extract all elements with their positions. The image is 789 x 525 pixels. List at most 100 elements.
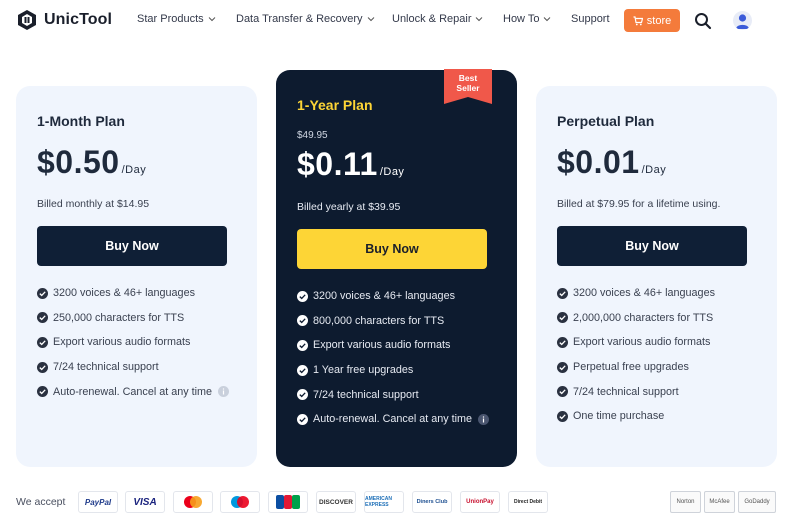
feature-text: 7/24 technical support bbox=[573, 385, 679, 398]
feature-list: 3200 voices & 46+ languages 250,000 char… bbox=[37, 281, 230, 404]
logo[interactable]: UnicTool bbox=[16, 9, 112, 31]
site-header: UnicTool Star Products Data Transfer & R… bbox=[0, 0, 789, 42]
feature-text: Auto-renewal. Cancel at any time bbox=[53, 385, 213, 398]
mcafee-badge: McAfee bbox=[704, 491, 735, 513]
check-circle-icon bbox=[297, 290, 308, 302]
jcb-logo bbox=[268, 491, 308, 513]
amex-logo: AMERICAN EXPRESS bbox=[364, 491, 404, 513]
jcb-icon bbox=[276, 495, 300, 509]
feature-item: 3200 voices & 46+ languages bbox=[297, 284, 489, 309]
feature-item: One time purchase bbox=[557, 404, 715, 429]
info-icon[interactable] bbox=[478, 413, 490, 425]
feature-text: One time purchase bbox=[573, 410, 665, 423]
mastercard-icon bbox=[184, 496, 202, 508]
price-value: $0.11 bbox=[297, 146, 378, 182]
user-icon bbox=[736, 14, 749, 29]
feature-item: 7/24 technical support bbox=[297, 382, 489, 407]
billing-note: Billed monthly at $14.95 bbox=[37, 198, 150, 210]
plan-card-yearly: 1-Year Plan $49.95 $0.11/Day Billed year… bbox=[276, 70, 517, 467]
feature-text: Export various audio formats bbox=[53, 336, 191, 349]
buy-now-button[interactable]: Buy Now bbox=[297, 229, 487, 269]
feature-text: 7/24 technical support bbox=[313, 388, 419, 401]
cart-icon bbox=[633, 15, 643, 25]
nav-unlock-repair[interactable]: Unlock & Repair bbox=[392, 13, 483, 25]
feature-list: 3200 voices & 46+ languages 800,000 char… bbox=[297, 284, 490, 432]
chevron-down-icon bbox=[476, 17, 483, 22]
feature-item: 2,000,000 characters for TTS bbox=[557, 306, 715, 331]
feature-item: 3200 voices & 46+ languages bbox=[37, 281, 229, 306]
paypal-logo: PayPal bbox=[78, 491, 118, 513]
unionpay-logo: UnionPay bbox=[460, 491, 500, 513]
feature-item: Export various audio formats bbox=[557, 330, 715, 355]
feature-text: 3200 voices & 46+ languages bbox=[53, 287, 195, 300]
plan-name: 1-Month Plan bbox=[37, 113, 125, 129]
plan-price: $0.11/Day bbox=[297, 146, 404, 183]
feature-item: 250,000 characters for TTS bbox=[37, 306, 229, 331]
buy-now-button[interactable]: Buy Now bbox=[37, 226, 227, 266]
plan-card-perpetual: Perpetual Plan $0.01/Day Billed at $79.9… bbox=[536, 86, 777, 467]
check-circle-icon bbox=[37, 312, 48, 324]
feature-text: Auto-renewal. Cancel at any time bbox=[313, 413, 473, 426]
feature-item: Export various audio formats bbox=[297, 333, 489, 358]
maestro-logo bbox=[220, 491, 260, 513]
nav-support[interactable]: Support bbox=[571, 13, 610, 25]
check-circle-icon bbox=[37, 336, 48, 348]
user-avatar[interactable] bbox=[733, 11, 752, 30]
plan-name: 1-Year Plan bbox=[297, 97, 373, 113]
check-circle-icon bbox=[557, 312, 568, 324]
feature-text: 2,000,000 characters for TTS bbox=[573, 311, 714, 324]
feature-item: Export various audio formats bbox=[37, 330, 229, 355]
price-unit: /Day bbox=[641, 164, 667, 176]
ribbon-line: Seller bbox=[456, 83, 480, 93]
nav-how-to[interactable]: How To bbox=[503, 13, 551, 25]
feature-item: Auto-renewal. Cancel at any time bbox=[37, 379, 230, 404]
chevron-down-icon bbox=[544, 17, 551, 22]
billing-note: Billed yearly at $39.95 bbox=[297, 201, 401, 213]
feature-text: 800,000 characters for TTS bbox=[313, 314, 445, 327]
check-circle-icon bbox=[37, 287, 48, 299]
chevron-down-icon bbox=[208, 17, 215, 22]
check-circle-icon bbox=[557, 361, 568, 373]
chevron-down-icon bbox=[367, 17, 374, 22]
payment-footer: We accept PayPal VISA DISCOVER AMERICAN … bbox=[0, 488, 789, 518]
nav-label: Star Products bbox=[137, 13, 204, 25]
norton-badge: Norton bbox=[670, 491, 701, 513]
nav-star-products[interactable]: Star Products bbox=[137, 13, 216, 25]
check-circle-icon bbox=[37, 386, 48, 398]
feature-item: 7/24 technical support bbox=[37, 355, 229, 380]
nav-label: Unlock & Repair bbox=[392, 13, 472, 25]
check-circle-icon bbox=[37, 361, 48, 373]
mastercard-logo bbox=[173, 491, 213, 513]
nav-data-transfer[interactable]: Data Transfer & Recovery bbox=[236, 13, 375, 25]
feature-text: 1 Year free upgrades bbox=[313, 364, 414, 377]
maestro-icon bbox=[231, 496, 249, 508]
price-value: $0.50 bbox=[37, 144, 120, 180]
feature-item: 3200 voices & 46+ languages bbox=[557, 281, 715, 306]
search-icon[interactable] bbox=[694, 12, 712, 30]
info-icon[interactable] bbox=[218, 386, 230, 398]
feature-text: 3200 voices & 46+ languages bbox=[573, 287, 715, 300]
plan-price: $0.50/Day bbox=[37, 144, 146, 181]
buy-now-button[interactable]: Buy Now bbox=[557, 226, 747, 266]
store-label: store bbox=[646, 14, 672, 27]
feature-item: 7/24 technical support bbox=[557, 379, 715, 404]
feature-item: 800,000 characters for TTS bbox=[297, 309, 489, 334]
check-circle-icon bbox=[297, 339, 308, 351]
godaddy-badge: GoDaddy bbox=[738, 491, 776, 513]
nav-label: How To bbox=[503, 13, 540, 25]
unictool-logo-icon bbox=[18, 10, 36, 30]
feature-text: 3200 voices & 46+ languages bbox=[313, 290, 455, 303]
store-button[interactable]: store bbox=[624, 9, 680, 32]
feature-text: 250,000 characters for TTS bbox=[53, 311, 185, 324]
feature-text: 7/24 technical support bbox=[53, 361, 159, 374]
check-circle-icon bbox=[297, 364, 308, 376]
plan-price: $0.01/Day bbox=[557, 144, 666, 181]
feature-item: Auto-renewal. Cancel at any time bbox=[297, 407, 490, 432]
feature-text: Export various audio formats bbox=[313, 339, 451, 352]
check-circle-icon bbox=[557, 336, 568, 348]
check-circle-icon bbox=[297, 413, 308, 425]
diners-club-logo: Diners Club bbox=[412, 491, 452, 513]
discover-logo: DISCOVER bbox=[316, 491, 356, 513]
feature-item: Perpetual free upgrades bbox=[557, 355, 715, 380]
billing-note: Billed at $79.95 for a lifetime using. bbox=[557, 198, 721, 210]
